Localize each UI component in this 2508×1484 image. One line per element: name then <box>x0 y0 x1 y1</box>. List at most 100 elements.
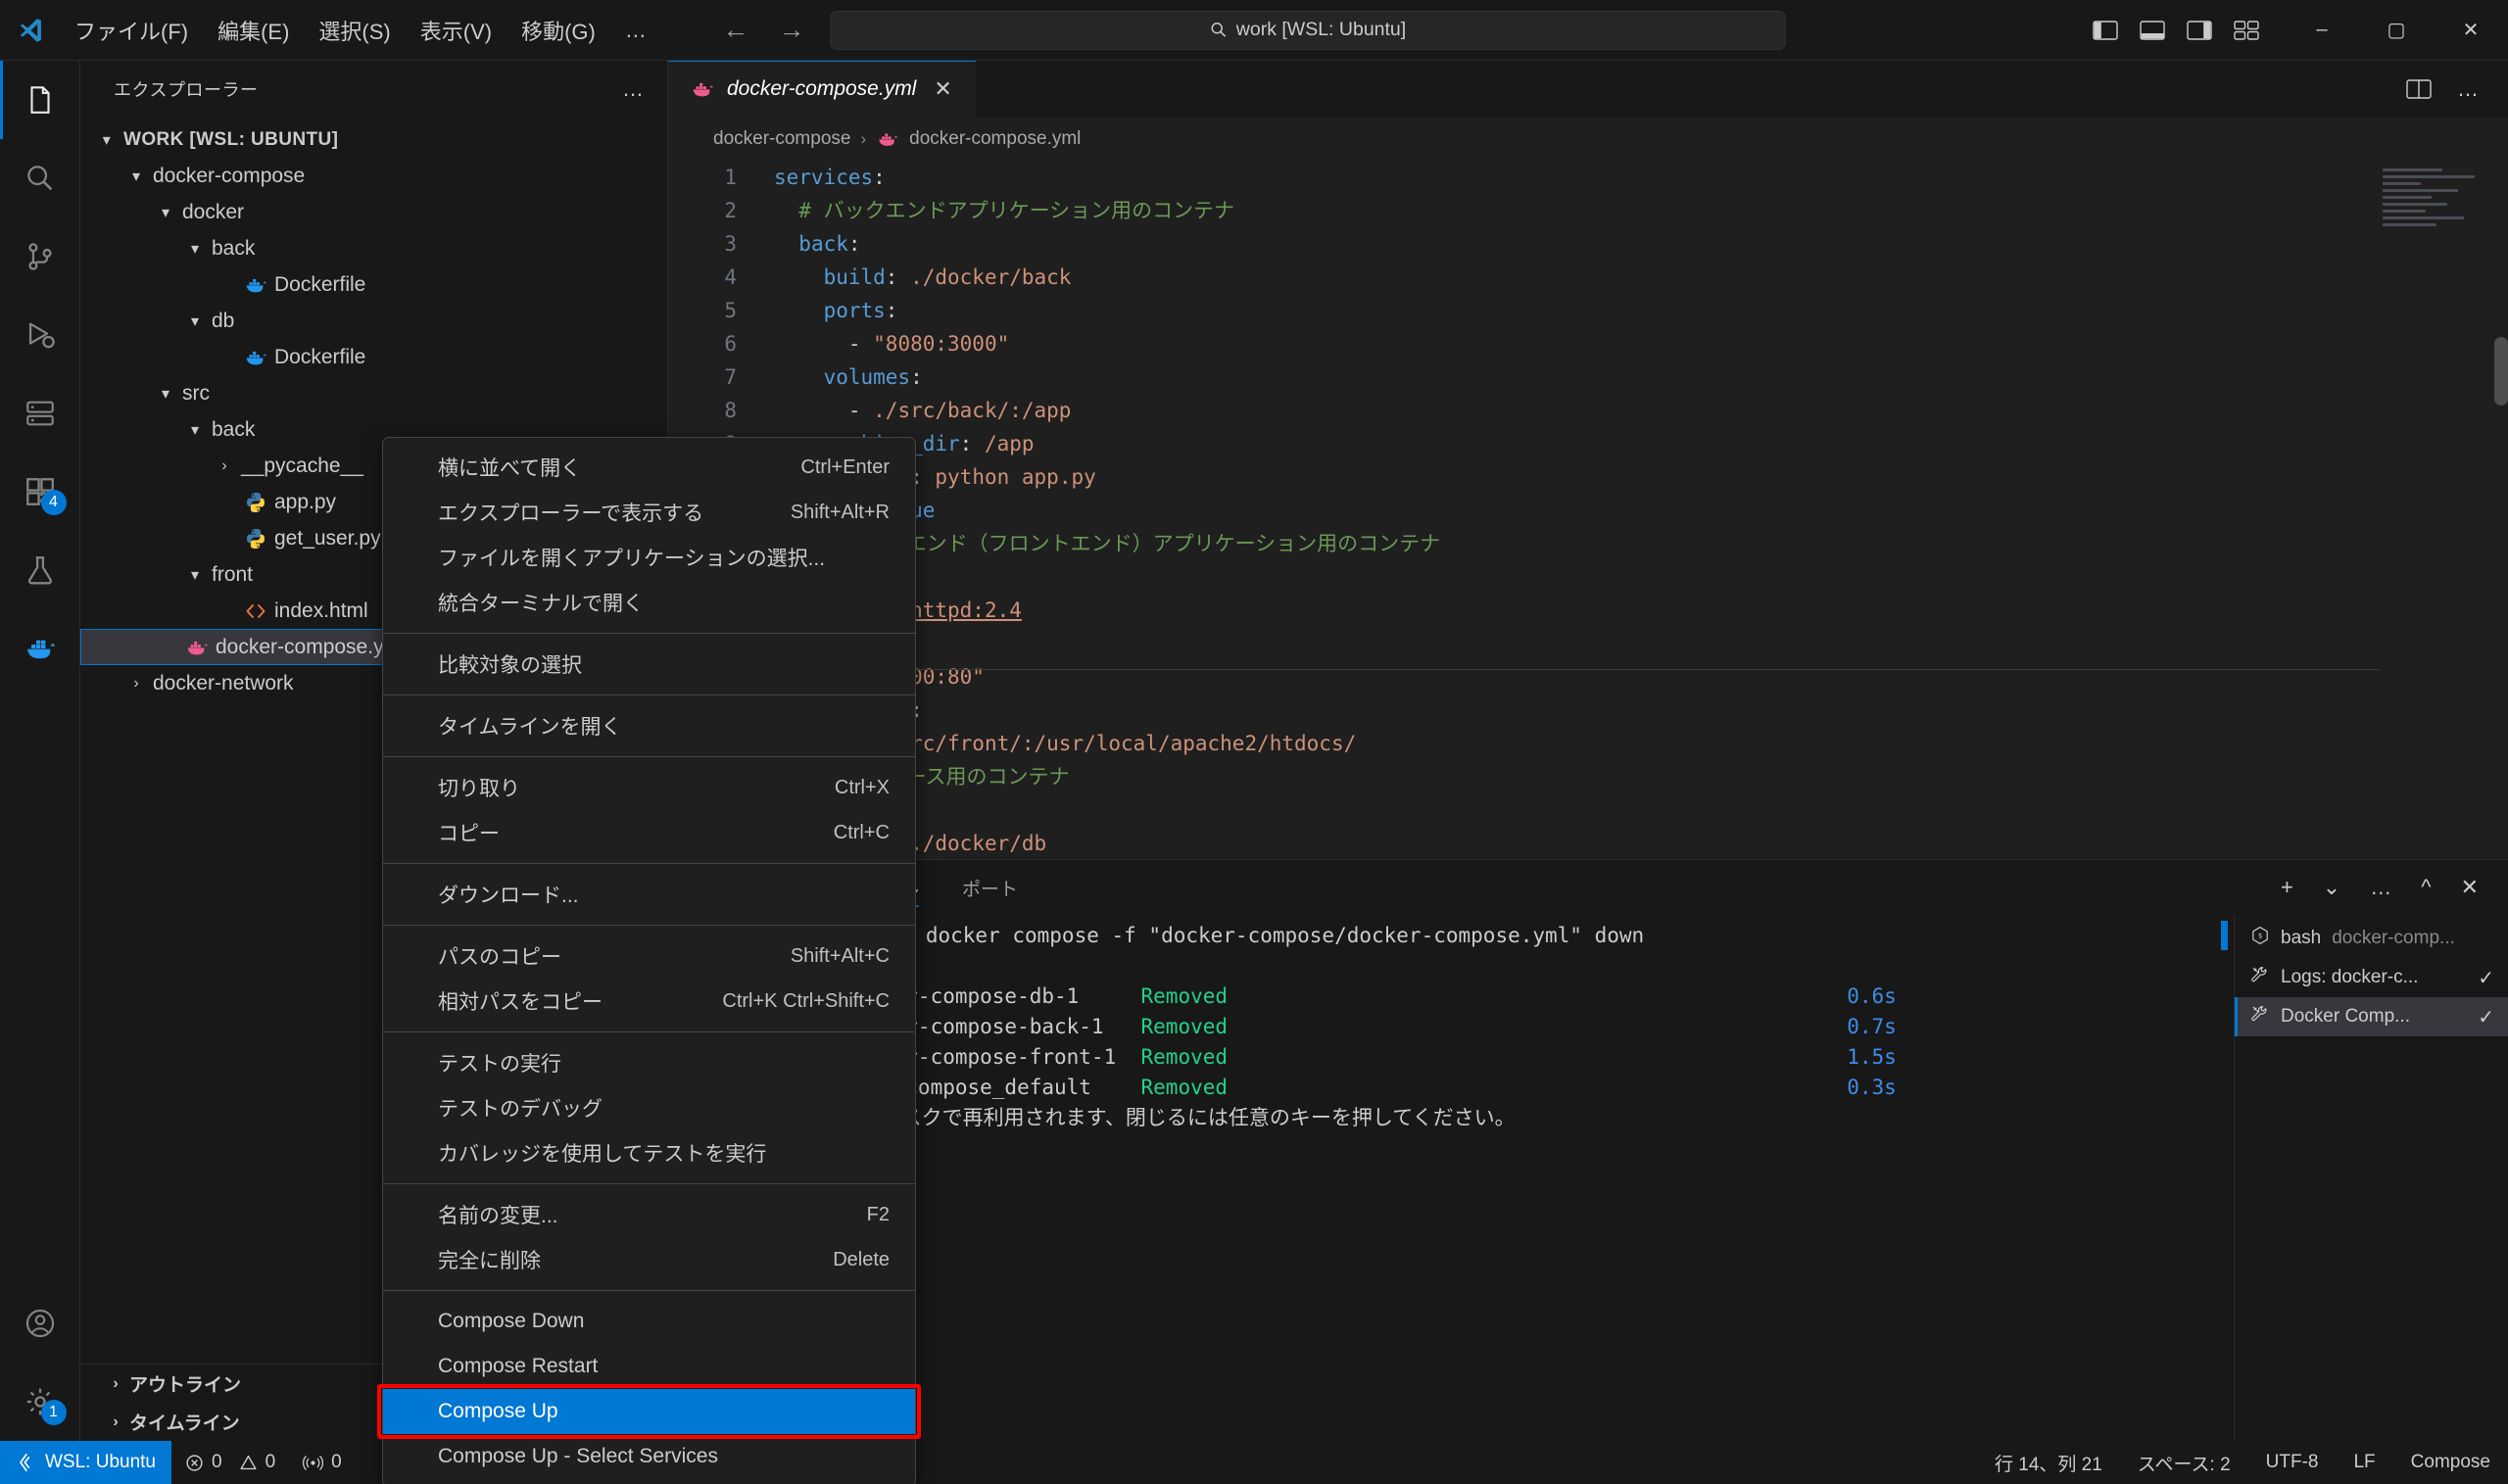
language-mode[interactable]: Compose <box>2393 1452 2508 1473</box>
context-menu-item[interactable]: ファイルを開くアプリケーションの選択... <box>383 535 915 580</box>
breadcrumb-file[interactable]: docker-compose.yml <box>909 128 1081 150</box>
context-menu-item[interactable]: コピー Ctrl+C <box>383 810 915 855</box>
ports-status[interactable]: 0 <box>289 1441 356 1484</box>
tree-item[interactable]: ▾ src <box>80 375 667 411</box>
explorer-icon[interactable] <box>0 61 80 139</box>
sidebar-more-actions-button[interactable]: … <box>622 76 646 102</box>
run-debug-icon[interactable] <box>0 296 80 374</box>
search-icon <box>1211 23 1227 37</box>
terminal-tab[interactable]: $ bash docker-comp... <box>2235 919 2508 958</box>
context-menu-item[interactable]: タイムラインを開く <box>383 703 915 748</box>
tree-item[interactable]: ▾Dockerfile <box>80 266 667 303</box>
context-menu-item[interactable]: ダウンロード... <box>383 872 915 917</box>
tree-item[interactable]: ▾ docker-compose <box>80 158 667 194</box>
line-number: 8 <box>724 398 737 422</box>
menu-separator <box>383 1290 915 1291</box>
context-menu-item[interactable]: 完全に削除 Delete <box>383 1237 915 1282</box>
context-menu-item[interactable]: 切り取り Ctrl+X <box>383 765 915 810</box>
tree-item[interactable]: ▾Dockerfile <box>80 339 667 375</box>
breadcrumb-folder[interactable]: docker-compose <box>713 128 850 150</box>
search-icon[interactable] <box>0 139 80 217</box>
context-menu-item[interactable]: 統合ターミナルで開く <box>383 580 915 625</box>
tree-item[interactable]: ▾ db <box>80 303 667 339</box>
settings-gear-icon[interactable]: 1 <box>0 1363 80 1441</box>
tab-docker-compose-yml[interactable]: docker-compose.yml ✕ <box>668 61 976 118</box>
chevron-down-icon[interactable]: ⌄ <box>2323 875 2340 900</box>
menu-view[interactable]: 表示(V) <box>407 9 506 52</box>
maximize-panel-icon[interactable]: ^ <box>2421 875 2431 900</box>
maximize-button[interactable]: ▢ <box>2359 0 2434 60</box>
context-menu-item[interactable]: Compose Restart <box>383 1344 915 1389</box>
minimize-button[interactable]: – <box>2285 0 2359 60</box>
menu-more-button[interactable]: … <box>611 12 662 49</box>
context-menu-item-label: Compose Down <box>438 1310 585 1332</box>
tree-item[interactable]: ▾ WORK [WSL: UBUNTU] <box>80 121 667 158</box>
menu-bar[interactable]: ファイル(F) 編集(E) 選択(S) 表示(V) 移動(G) … <box>61 9 662 52</box>
close-panel-icon[interactable]: ✕ <box>2461 875 2479 900</box>
line-number: 5 <box>724 298 737 322</box>
encoding[interactable]: UTF-8 <box>2248 1452 2337 1473</box>
menu-item-wrapper: 相対パスをコピー Ctrl+K Ctrl+Shift+C <box>383 979 915 1024</box>
terminal-tab[interactable]: Logs: docker-c... ✓ <box>2235 958 2508 997</box>
context-menu-item-selected[interactable]: Compose Up <box>383 1389 915 1434</box>
code-text: - "8080:3000" <box>774 331 1010 356</box>
terminal-scrollbar[interactable] <box>2221 921 2228 950</box>
cursor-position[interactable]: 行 14、列 21 <box>1977 1450 2120 1476</box>
context-menu-item-shortcut: Ctrl+K Ctrl+Shift+C <box>722 989 890 1012</box>
context-menu-item[interactable]: Compose Up - Select Services <box>383 1434 915 1479</box>
editor-actions[interactable]: … <box>2379 61 2508 118</box>
bottom-panel: コンソールターミナルポート + ⌄ … ^ ✕ * 実行するタスク: docke… <box>668 859 2508 1441</box>
tree-item-label: src <box>182 381 210 405</box>
breadcrumb[interactable]: docker-compose › docker-compose.yml <box>668 118 2508 161</box>
editor-area: docker-compose.yml ✕ … docker-compose › … <box>668 61 2508 1441</box>
terminal-tab-list[interactable]: $ bash docker-comp... Logs: docker-c... ✓ Doc… <box>2234 915 2508 1441</box>
more-actions-icon[interactable]: … <box>2370 875 2391 900</box>
indentation[interactable]: スペース: 2 <box>2120 1450 2248 1476</box>
problems-status[interactable]: 0 0 <box>171 1441 289 1484</box>
context-menu-item[interactable]: パスのコピー Shift+Alt+C <box>383 933 915 979</box>
menu-edit[interactable]: 編集(E) <box>204 9 303 52</box>
context-menu-item[interactable]: 比較対象の選択 <box>383 642 915 687</box>
context-menu-item[interactable]: 相対パスをコピー Ctrl+K Ctrl+Shift+C <box>383 979 915 1024</box>
source-control-icon[interactable] <box>0 217 80 296</box>
menu-file[interactable]: ファイル(F) <box>61 9 202 52</box>
close-icon[interactable]: ✕ <box>928 74 957 104</box>
context-menu-item[interactable]: Compose Down <box>383 1299 915 1344</box>
code-text: - ./src/back/:/app <box>774 398 1072 422</box>
context-menu-item[interactable]: テストのデバッグ <box>383 1085 915 1130</box>
editor-tabs: docker-compose.yml ✕ … <box>668 61 2508 118</box>
extensions-icon[interactable]: 4 <box>0 453 80 531</box>
close-button[interactable]: ✕ <box>2434 0 2508 60</box>
menu-selection[interactable]: 選択(S) <box>305 9 404 52</box>
end-of-line[interactable]: LF <box>2336 1452 2392 1473</box>
minimap[interactable] <box>2383 168 2490 286</box>
context-menu-item[interactable]: テストの実行 <box>383 1040 915 1085</box>
arrow-left-icon[interactable]: ← <box>723 17 749 43</box>
arrow-right-icon[interactable]: → <box>779 17 805 43</box>
docker-icon[interactable] <box>0 609 80 688</box>
navigation-arrows[interactable]: ← → <box>723 17 805 43</box>
more-actions-icon[interactable]: … <box>2457 76 2481 102</box>
code-editor[interactable]: 1 services: 2 # バックエンドアプリケーション用のコンテナ 3 back… <box>668 161 2508 859</box>
account-icon[interactable] <box>0 1284 80 1363</box>
testing-icon[interactable] <box>0 531 80 609</box>
panel-actions[interactable]: + ⌄ … ^ ✕ <box>2281 875 2508 900</box>
tree-item[interactable]: ▾ back <box>80 230 667 266</box>
file-context-menu[interactable]: 横に並べて開く Ctrl+Enter エクスプローラーで表示する Shift+Alt+… <box>377 437 921 1484</box>
add-terminal-icon[interactable]: + <box>2281 875 2293 900</box>
context-menu-item[interactable]: エクスプローラーで表示する Shift+Alt+R <box>383 490 915 535</box>
context-menu-item[interactable]: 横に並べて開く Ctrl+Enter <box>383 445 915 490</box>
context-menu-item[interactable]: カバレッジを使用してテストを実行 <box>383 1130 915 1175</box>
context-menu-item[interactable]: 名前の変更... F2 <box>383 1192 915 1237</box>
menu-go[interactable]: 移動(G) <box>507 9 609 52</box>
terminal-tab[interactable]: Docker Comp... ✓ <box>2235 997 2508 1036</box>
editor-scrollbar[interactable] <box>2494 336 2508 406</box>
tree-item[interactable]: ▾ docker <box>80 194 667 230</box>
command-center-search[interactable]: work [WSL: Ubuntu] <box>830 10 1786 50</box>
panel-tab[interactable]: ポート <box>940 860 1039 915</box>
line-number: 2 <box>724 198 737 222</box>
remote-indicator[interactable]: WSL: Ubuntu <box>0 1441 171 1484</box>
menu-separator <box>383 1183 915 1184</box>
layout-controls[interactable] <box>2093 20 2285 41</box>
remote-explorer-icon[interactable] <box>0 374 80 453</box>
